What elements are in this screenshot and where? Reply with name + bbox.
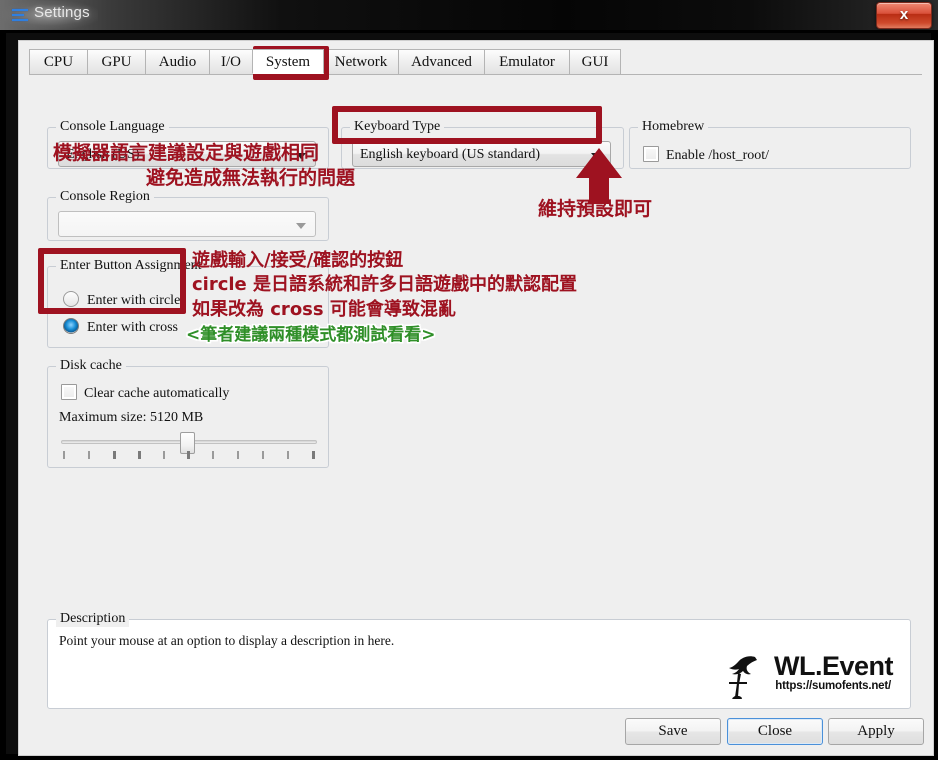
- settings-window: Settings x CPU GPU Audio I/O System Netw…: [0, 0, 938, 760]
- homebrew-title: Homebrew: [638, 119, 709, 135]
- bird-icon: [729, 656, 757, 699]
- radio-icon-selected: [63, 318, 79, 334]
- radio-enter-with-cross-label: Enter with cross: [87, 320, 178, 335]
- console-region-dropdown[interactable]: [58, 211, 316, 237]
- tab-gui[interactable]: GUI: [569, 49, 621, 74]
- radio-enter-with-circle[interactable]: Enter with circle: [63, 291, 180, 309]
- tab-emulator[interactable]: Emulator: [484, 49, 570, 74]
- apply-button[interactable]: Apply: [828, 718, 924, 745]
- radio-enter-with-cross[interactable]: Enter with cross: [63, 318, 178, 336]
- annotation-red-1: 模擬器語言建議設定與遊戲相同: [53, 142, 320, 164]
- description-group: Description Point your mouse at an optio…: [47, 611, 911, 709]
- close-button[interactable]: Close: [727, 718, 823, 745]
- tab-gpu[interactable]: GPU: [87, 49, 146, 74]
- chevron-down-icon: [296, 223, 306, 229]
- description-title: Description: [56, 611, 130, 627]
- watermark-url: https://sumofents.net/: [775, 680, 891, 692]
- annotation-red-5: circle 是日語系統和許多日語遊戲中的默認配置: [192, 274, 578, 295]
- disk-cache-group: Disk cache Clear cache automatically Max…: [47, 358, 329, 468]
- clear-cache-automatically-label: Clear cache automatically: [84, 386, 230, 401]
- enter-button-title: Enter Button Assignment: [56, 258, 206, 274]
- annotation-red-2: 避免造成無法執行的問題: [146, 167, 356, 189]
- tab-audio[interactable]: Audio: [145, 49, 210, 74]
- annotation-red-3: 維持預設即可: [538, 198, 653, 220]
- console-region-group: Console Region: [47, 189, 329, 241]
- checkbox-icon: [643, 146, 659, 162]
- radio-icon: [63, 291, 79, 307]
- tab-baseline: [29, 74, 922, 75]
- radio-enter-with-circle-label: Enter with circle: [87, 293, 181, 308]
- annotation-green-1: <筆者建議兩種模式都測試看看>: [186, 325, 436, 345]
- save-button[interactable]: Save: [625, 718, 721, 745]
- tab-advanced[interactable]: Advanced: [398, 49, 485, 74]
- keyboard-type-title: Keyboard Type: [350, 119, 445, 135]
- checkbox-icon: [61, 384, 77, 400]
- annotation-red-4: 遊戲輸入/接受/確認的按鈕: [192, 250, 404, 271]
- close-window-button[interactable]: x: [876, 2, 932, 29]
- tab-bar: CPU GPU Audio I/O System Network Advance…: [29, 49, 922, 75]
- tab-network[interactable]: Network: [323, 49, 399, 74]
- tab-system[interactable]: System: [252, 49, 324, 74]
- watermark: WL.Event https://sumofents.net/: [723, 651, 894, 699]
- console-language-title: Console Language: [56, 119, 169, 135]
- watermark-name: WL.Event: [773, 651, 894, 681]
- annotation-red-6: 如果改為 cross 可能會導致混亂: [192, 299, 456, 320]
- homebrew-group: Homebrew Enable /host_root/: [629, 119, 911, 169]
- window-title: Settings: [34, 4, 90, 21]
- disk-cache-title: Disk cache: [56, 358, 126, 374]
- homebrew-host-root-checkbox[interactable]: Enable /host_root/: [643, 146, 769, 164]
- menu-icon: [12, 9, 28, 22]
- console-region-title: Console Region: [56, 189, 154, 205]
- tab-io[interactable]: I/O: [209, 49, 253, 74]
- title-bar: Settings x: [0, 0, 938, 30]
- description-text: Point your mouse at an option to display…: [59, 633, 395, 648]
- maximum-size-label: Maximum size: 5120 MB: [59, 410, 204, 425]
- tab-cpu[interactable]: CPU: [29, 49, 88, 74]
- homebrew-host-root-label: Enable /host_root/: [666, 148, 770, 163]
- clear-cache-automatically-checkbox[interactable]: Clear cache automatically: [61, 384, 229, 402]
- keyboard-type-value: English keyboard (US standard): [360, 147, 541, 162]
